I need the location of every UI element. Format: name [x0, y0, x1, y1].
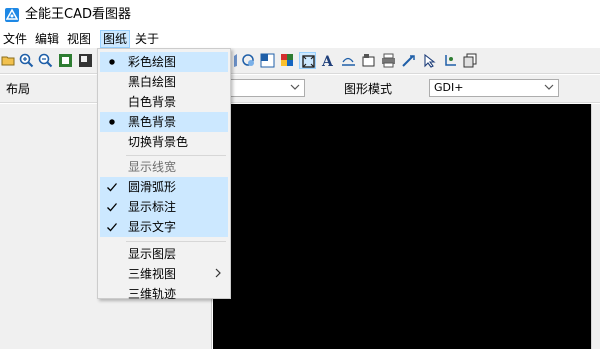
menu-item-label: 彩色绘图	[128, 55, 177, 69]
menu-separator	[126, 241, 226, 242]
menu-item-label: 三维视图	[128, 267, 177, 281]
menu-drawing[interactable]: 图纸	[100, 30, 130, 48]
submenu-arrow-icon	[215, 268, 221, 278]
render-mode-select[interactable]: GDI+	[429, 79, 559, 97]
menu-show-dimensions[interactable]: 显示标注	[100, 197, 228, 217]
menu-item-label: 切换背景色	[128, 135, 189, 149]
title-bar: 全能王CAD看图器	[0, 0, 600, 30]
drawing-canvas[interactable]	[213, 104, 591, 349]
menu-item-label: 黑色背景	[128, 115, 177, 129]
radio-dot-icon	[109, 59, 115, 65]
settings-icon[interactable]	[400, 52, 417, 69]
zoom-out-icon[interactable]	[37, 52, 54, 69]
menu-item-label: 黑白绘图	[128, 75, 177, 89]
menu-toggle-background[interactable]: 切换背景色	[100, 132, 228, 152]
open-file-icon[interactable]	[0, 52, 17, 69]
fit-screen-icon[interactable]	[299, 52, 316, 69]
render-mode-label: 图形模式	[344, 82, 393, 96]
svg-text:A: A	[321, 54, 334, 68]
check-mark-icon	[107, 223, 117, 232]
menu-separator	[126, 155, 226, 156]
menu-show-layers[interactable]: 显示图层	[100, 244, 228, 264]
select-cursor-icon[interactable]	[421, 52, 438, 69]
menu-item-label: 白色背景	[128, 95, 177, 109]
zoom-window-icon[interactable]	[57, 52, 74, 69]
menu-white-background[interactable]: 白色背景	[100, 92, 228, 112]
copy-icon[interactable]	[462, 52, 479, 69]
measure-icon[interactable]	[340, 52, 357, 69]
layout-panel-title: 布局	[6, 82, 31, 96]
check-mark-icon	[107, 203, 117, 212]
menu-item-label: 显示标注	[128, 200, 177, 214]
menu-3d-view[interactable]: 三维视图	[100, 264, 228, 284]
black-white-icon[interactable]	[259, 52, 276, 69]
zoom-in-icon[interactable]	[18, 52, 35, 69]
text-icon[interactable]: A	[319, 52, 336, 69]
pan-view-icon[interactable]	[77, 52, 94, 69]
menu-item-label: 三维轨迹	[128, 287, 177, 301]
options-bar: 布局 图形模式 GDI+	[0, 75, 600, 103]
menu-show-text[interactable]: 显示文字	[100, 217, 228, 237]
radio-dot-icon	[109, 119, 115, 125]
menu-color-drawing[interactable]: 彩色绘图	[100, 52, 228, 72]
orbit-icon[interactable]	[240, 52, 257, 69]
layout-select[interactable]	[230, 79, 305, 97]
menu-bw-drawing[interactable]: 黑白绘图	[100, 72, 228, 92]
app-logo-icon	[5, 8, 19, 22]
color-mode-icon[interactable]	[279, 52, 296, 69]
export-image-icon[interactable]	[360, 52, 377, 69]
chevron-down-icon	[290, 84, 300, 90]
menu-edit[interactable]: 编辑	[34, 30, 60, 48]
menu-item-label: 显示图层	[128, 247, 177, 261]
menu-show-lineweight[interactable]: 显示线宽	[100, 157, 228, 177]
menu-bar: 文件 编辑 视图 图纸 关于	[0, 30, 600, 48]
menu-item-label: 显示文字	[128, 220, 177, 234]
chevron-down-icon	[544, 84, 554, 90]
toolbar: A	[0, 48, 600, 74]
menu-smooth-arcs[interactable]: 圆滑弧形	[100, 177, 228, 197]
menu-item-label: 圆滑弧形	[128, 180, 177, 194]
render-mode-value: GDI+	[434, 81, 464, 94]
print-icon[interactable]	[380, 52, 397, 69]
menu-item-label: 显示线宽	[128, 160, 177, 174]
menu-file[interactable]: 文件	[2, 30, 28, 48]
check-mark-icon	[107, 183, 117, 192]
menu-black-background[interactable]: 黑色背景	[100, 112, 228, 132]
menu-view[interactable]: 视图	[66, 30, 92, 48]
menu-about[interactable]: 关于	[134, 30, 160, 48]
coordinate-icon[interactable]	[441, 52, 458, 69]
menu-3d-orbit[interactable]: 三维轨迹	[100, 284, 228, 304]
vertical-scrollbar[interactable]	[591, 104, 600, 349]
drawing-menu: 彩色绘图 黑白绘图 白色背景 黑色背景 切换背景色 显示线宽 圆滑弧形 显示标注…	[97, 48, 231, 301]
app-title: 全能王CAD看图器	[25, 7, 131, 22]
